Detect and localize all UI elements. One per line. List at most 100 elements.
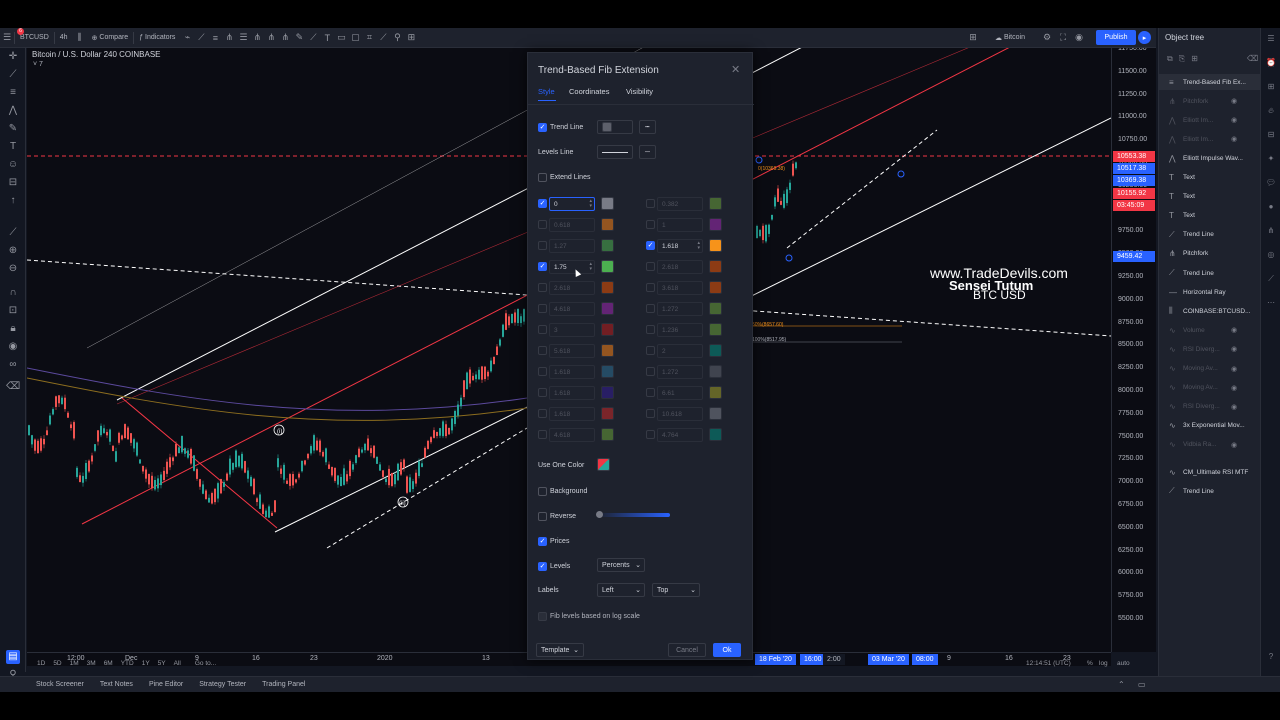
level-checkbox[interactable] <box>646 304 655 313</box>
levels-format-select[interactable]: Percents ⌄ <box>597 558 645 572</box>
object-tree-item[interactable]: ∿ 3x Exponential Mov... <box>1159 418 1261 434</box>
text-tool-icon[interactable]: T <box>320 28 334 48</box>
drawing-tool-icon[interactable]: ☰ <box>236 28 250 48</box>
level-value-input[interactable]: 1 <box>657 218 703 232</box>
object-tree-item[interactable]: — Horizontal Ray <box>1159 284 1261 300</box>
publish-arrow-icon[interactable]: ▸ <box>1138 31 1151 44</box>
ruler-icon[interactable]: ⟋ <box>6 226 20 240</box>
level-checkbox[interactable] <box>538 241 547 250</box>
object-tree-item[interactable]: T Text <box>1159 208 1261 224</box>
zoom-out-icon[interactable]: ⊖ <box>6 262 20 276</box>
help-icon[interactable]: ? <box>1265 652 1277 664</box>
eye-icon[interactable]: ◉ <box>1231 384 1237 392</box>
shape-icon[interactable]: ▭ <box>334 28 348 48</box>
ok-button[interactable]: Ok <box>713 643 741 657</box>
level-value-input[interactable]: 3 <box>549 323 595 337</box>
indicators-button[interactable]: ƒ Indicators <box>134 28 180 48</box>
layout-name[interactable]: ☁ Bitcoin <box>990 28 1030 48</box>
level-checkbox[interactable] <box>646 199 655 208</box>
level-color-swatch[interactable] <box>601 407 614 420</box>
level-checkbox[interactable]: ✓ <box>538 262 547 271</box>
object-tree-item[interactable]: T Text <box>1159 189 1261 205</box>
object-tree-item[interactable]: ⟋ Trend Line <box>1159 265 1261 281</box>
level-color-swatch[interactable] <box>709 197 722 210</box>
lock-drawing-icon[interactable]: ⊡ <box>6 304 20 318</box>
object-tree-item[interactable]: ⋔ Pitchfork <box>1159 246 1261 262</box>
levels-line-width-button[interactable] <box>597 145 633 159</box>
levels-checkbox[interactable]: ✓ <box>538 562 547 571</box>
stream-icon[interactable]: ◎ <box>1265 250 1277 262</box>
tab-coordinates[interactable]: Coordinates <box>569 87 609 96</box>
level-checkbox[interactable] <box>538 430 547 439</box>
frame-icon[interactable]: ⌗ <box>362 28 376 48</box>
extend-lines-checkbox[interactable] <box>538 173 547 182</box>
level-checkbox[interactable]: ✓ <box>538 199 547 208</box>
log-toggle[interactable]: log <box>1099 660 1108 667</box>
range-button[interactable]: 6M <box>104 660 113 667</box>
level-checkbox[interactable] <box>646 388 655 397</box>
fullscreen-icon[interactable]: ⛶ <box>1056 28 1070 48</box>
level-color-swatch[interactable] <box>709 281 722 294</box>
object-tree-item[interactable]: ∿ Moving Av... ◉ <box>1159 380 1261 396</box>
level-checkbox[interactable] <box>646 346 655 355</box>
level-checkbox[interactable] <box>538 409 547 418</box>
fib-tool-icon[interactable]: ≡ <box>6 86 20 100</box>
more-icon[interactable]: ⋯ <box>1265 298 1277 310</box>
delete-icon[interactable]: ⌫ <box>1247 54 1258 63</box>
tab-style[interactable]: Style <box>538 87 555 96</box>
drawing-tool-icon[interactable]: ⋔ <box>264 28 278 48</box>
level-value-input[interactable]: 4.764 <box>657 428 703 442</box>
magnet-icon[interactable]: ∩ <box>6 286 20 300</box>
level-value-input[interactable]: 0.382 <box>657 197 703 211</box>
levels-line-style-button[interactable]: ─ <box>639 145 656 159</box>
eye-icon[interactable]: ◉ <box>1231 365 1237 373</box>
bottom-tab[interactable]: Pine Editor <box>141 681 191 688</box>
level-value-input[interactable]: 5.618 <box>549 344 595 358</box>
level-color-swatch[interactable] <box>601 260 614 273</box>
brush-tool-icon[interactable]: ✎ <box>6 122 20 136</box>
level-checkbox[interactable] <box>646 220 655 229</box>
drawing-tool-icon[interactable]: ⟋ <box>194 28 208 48</box>
labels-horizontal-select[interactable]: Left ⌄ <box>597 583 645 597</box>
level-checkbox[interactable] <box>538 325 547 334</box>
pattern-tool-icon[interactable]: ⋀ <box>6 104 20 118</box>
level-color-swatch[interactable] <box>601 365 614 378</box>
level-value-input[interactable]: 1.236 <box>657 323 703 337</box>
trendline-tool-icon[interactable]: ⟋ <box>6 68 20 82</box>
level-value-input[interactable]: 0 ▴ ▾ <box>549 197 595 211</box>
layers-icon[interactable]: ⧉ <box>1167 54 1179 63</box>
level-checkbox[interactable] <box>538 220 547 229</box>
bottom-tab[interactable]: Strategy Tester <box>191 681 254 688</box>
range-button[interactable]: YTD <box>121 660 134 667</box>
collapse-legend[interactable]: ˅ 7 <box>33 61 43 68</box>
level-color-swatch[interactable] <box>601 344 614 357</box>
level-color-swatch[interactable] <box>601 239 614 252</box>
level-value-input[interactable]: 1.618 <box>549 386 595 400</box>
eye-icon[interactable]: ◉ <box>1231 345 1237 353</box>
level-color-swatch[interactable] <box>601 428 614 441</box>
tab-visibility[interactable]: Visibility <box>626 87 653 96</box>
watchlist-icon[interactable]: ☰ <box>1265 34 1277 46</box>
group-icon[interactable]: ⊞ <box>1191 54 1204 63</box>
interval-button[interactable]: 4h <box>55 28 73 48</box>
close-icon[interactable]: ✕ <box>731 63 740 76</box>
level-color-swatch[interactable] <box>601 302 614 315</box>
object-tree-item[interactable]: ⋔ Pitchfork ◉ <box>1159 93 1261 109</box>
level-checkbox[interactable] <box>646 430 655 439</box>
line-icon[interactable]: ⟋ <box>306 28 320 48</box>
stepper-icon[interactable]: ▴ ▾ <box>589 262 592 272</box>
notification-icon[interactable]: ● <box>1265 202 1277 214</box>
slider-handle[interactable] <box>596 511 603 518</box>
drawing-tool-icon[interactable]: ⋔ <box>278 28 292 48</box>
trend-line-checkbox[interactable]: ✓ <box>538 123 547 132</box>
zoom-in-icon[interactable]: ⊕ <box>6 244 20 258</box>
collapse-panel-icon[interactable]: ⌃ <box>1118 680 1125 689</box>
object-tree-item[interactable]: ∿ RSI Diverg... ◉ <box>1159 399 1261 415</box>
goto-button[interactable]: Go to... <box>195 660 216 667</box>
level-color-swatch[interactable] <box>709 218 722 231</box>
reverse-checkbox[interactable] <box>538 512 547 521</box>
level-color-swatch[interactable] <box>601 197 614 210</box>
level-value-input[interactable]: 2.618 <box>549 281 595 295</box>
screenshot-icon[interactable]: ◉ <box>1072 28 1086 48</box>
fib-log-checkbox[interactable] <box>538 612 547 621</box>
